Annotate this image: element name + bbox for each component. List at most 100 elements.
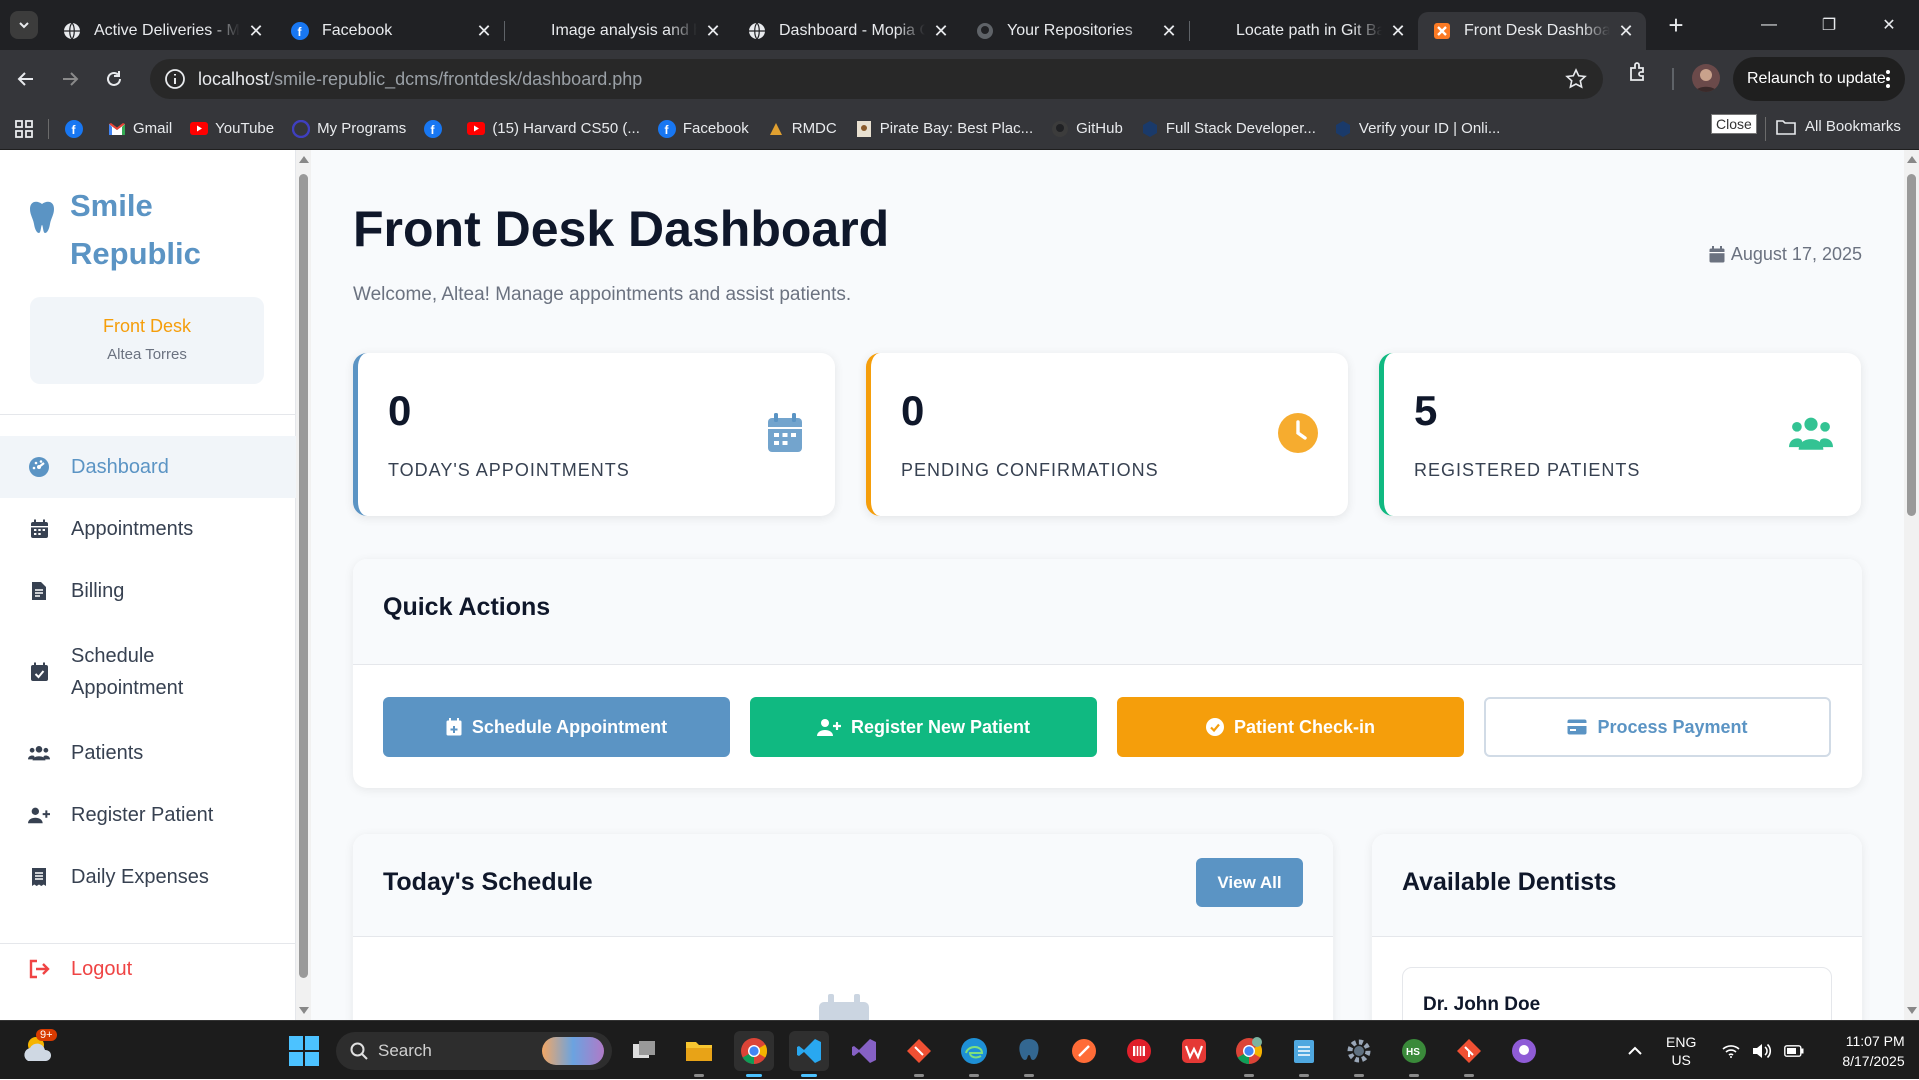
minimize-icon[interactable]: —	[1739, 0, 1799, 50]
forward-button[interactable]	[52, 61, 88, 97]
bookmark-github[interactable]: GitHub	[1051, 120, 1123, 138]
extensions-icon[interactable]	[1626, 60, 1650, 84]
language-code: ENG	[1666, 1033, 1697, 1050]
sidebar-item-register-patient[interactable]: Register Patient	[0, 784, 296, 846]
logout-button[interactable]: Logout	[28, 958, 132, 981]
wps-office-icon[interactable]	[1174, 1031, 1214, 1071]
mongodb-compass-icon[interactable]	[1119, 1031, 1159, 1071]
user-plus-icon	[816, 719, 841, 736]
system-icons[interactable]	[1722, 1043, 1816, 1059]
sidebar-item-patients[interactable]: Patients	[0, 722, 296, 784]
view-all-button[interactable]: View All	[1196, 858, 1303, 907]
postman-icon[interactable]	[1064, 1031, 1104, 1071]
receipt-icon	[28, 866, 50, 888]
tab-front-desk-dashboard[interactable]: Front Desk Dashboar ✕	[1418, 12, 1646, 50]
bookmark-youtube[interactable]: YouTube	[190, 120, 274, 138]
chrome-icon[interactable]	[734, 1031, 774, 1077]
bookmark-label: (15) Harvard CS50 (...	[492, 120, 640, 137]
dentist-card[interactable]: Dr. John Doe	[1402, 967, 1832, 1020]
clock[interactable]: 11:07 PM 8/17/2025	[1842, 1031, 1904, 1071]
page-scrollbar[interactable]	[1904, 150, 1919, 1020]
chrome-profile-icon[interactable]	[1229, 1031, 1269, 1077]
chevron-up-icon[interactable]	[1628, 1046, 1642, 1056]
all-bookmarks-button[interactable]: All Bookmarks	[1776, 118, 1901, 135]
sidebar-item-daily-expenses[interactable]: Daily Expenses	[0, 846, 296, 908]
close-icon[interactable]: ✕	[703, 21, 723, 41]
language-indicator[interactable]: ENG US	[1666, 1033, 1696, 1069]
tab-facebook[interactable]: f Facebook ✕	[276, 12, 504, 50]
sidebar-item-appointments[interactable]: Appointments	[0, 498, 296, 560]
sidebar-item-schedule-appointment[interactable]: Schedule Appointment	[0, 622, 296, 722]
globe-icon	[62, 21, 82, 41]
scrollbar-thumb[interactable]	[1907, 174, 1916, 516]
process-payment-button[interactable]: Process Payment	[1484, 697, 1831, 757]
new-tab-button[interactable]: +	[1662, 10, 1690, 40]
sidebar-scrollbar[interactable]	[296, 150, 311, 1020]
sidebar-item-dashboard[interactable]: Dashboard	[0, 436, 296, 498]
profile-avatar[interactable]	[1692, 64, 1720, 92]
notepad-icon[interactable]	[1284, 1031, 1324, 1077]
bookmark-label: My Programs	[317, 120, 407, 137]
bookmark-facebook-1[interactable]: f	[65, 119, 90, 138]
bookmark-harvard-cs50[interactable]: (15) Harvard CS50 (...	[467, 120, 640, 138]
piratebay-icon	[855, 120, 873, 138]
relaunch-button[interactable]: Relaunch to update	[1733, 57, 1905, 101]
scrollbar-thumb[interactable]	[299, 174, 308, 978]
heidisql-icon[interactable]: HS	[1394, 1031, 1434, 1077]
settings-icon[interactable]	[1339, 1031, 1379, 1077]
task-view-icon[interactable]	[624, 1031, 664, 1071]
file-explorer-icon[interactable]	[679, 1031, 719, 1077]
back-button[interactable]	[8, 61, 44, 97]
bookmark-verify-id[interactable]: Verify your ID | Onli...	[1334, 120, 1500, 138]
close-icon[interactable]: ✕	[246, 21, 266, 41]
edge-icon[interactable]	[954, 1031, 994, 1077]
sidebar-item-billing[interactable]: Billing	[0, 560, 296, 622]
git-gui-icon[interactable]	[899, 1031, 939, 1077]
visual-studio-icon[interactable]	[844, 1031, 884, 1071]
tab-title: Dashboard - Mopia C	[779, 22, 925, 39]
vscode-icon[interactable]	[789, 1031, 829, 1077]
address-bar[interactable]: localhost/smile-republic_dcms/frontdesk/…	[150, 59, 1603, 99]
close-icon[interactable]: ✕	[474, 21, 494, 41]
button-label: Process Payment	[1597, 716, 1748, 737]
apps-grid-icon[interactable]	[14, 119, 34, 139]
bookmark-label: GitHub	[1076, 120, 1123, 137]
region-code: US	[1671, 1051, 1691, 1068]
brand[interactable]: Smile Republic	[28, 182, 220, 278]
tab-image-analysis[interactable]: Image analysis and h ✕	[505, 12, 733, 50]
github-desktop-icon[interactable]	[1504, 1031, 1544, 1071]
schedule-appointment-button[interactable]: Schedule Appointment	[383, 697, 730, 757]
bookmark-label: Gmail	[133, 120, 173, 137]
register-new-patient-button[interactable]: Register New Patient	[750, 697, 1097, 757]
bookmark-rmdc[interactable]: RMDC	[767, 120, 837, 138]
tab-mopia-dashboard[interactable]: Dashboard - Mopia C ✕	[733, 12, 961, 50]
bookmark-piratebay[interactable]: Pirate Bay: Best Plac...	[855, 120, 1033, 138]
restore-icon[interactable]: ❐	[1799, 0, 1859, 50]
git-icon[interactable]	[1449, 1031, 1489, 1077]
close-icon[interactable]: ✕	[1616, 21, 1636, 41]
bookmark-facebook-3[interactable]: f Facebook	[657, 119, 749, 138]
close-icon[interactable]: ✕	[1159, 21, 1179, 41]
taskbar-search[interactable]: Search	[336, 1032, 612, 1070]
bookmark-label: YouTube	[215, 120, 275, 137]
bookmarks-separator	[1765, 117, 1766, 141]
sidebar-item-label: Daily Expenses	[71, 865, 209, 888]
calendar-icon	[28, 518, 50, 540]
weather-widget[interactable]: 9+	[20, 1029, 60, 1071]
tab-repositories[interactable]: Your Repositories ✕	[961, 12, 1189, 50]
postgresql-icon[interactable]	[1009, 1031, 1049, 1077]
bookmark-star-icon[interactable]	[1565, 68, 1587, 90]
tab-active-deliveries[interactable]: Active Deliveries - Mo ✕	[48, 12, 276, 50]
patient-check-in-button[interactable]: Patient Check-in	[1117, 697, 1464, 757]
bookmark-gmail[interactable]: Gmail	[108, 120, 172, 138]
tab-search-button[interactable]	[10, 11, 38, 39]
bookmark-facebook-2[interactable]: f	[424, 119, 449, 138]
bookmark-my-programs[interactable]: My Programs	[292, 119, 407, 138]
tab-git-bash[interactable]: Locate path in Git Ba ✕	[1190, 12, 1418, 50]
bookmark-full-stack[interactable]: Full Stack Developer...	[1141, 120, 1316, 138]
close-icon[interactable]: ✕	[1388, 21, 1408, 41]
close-icon[interactable]: ✕	[931, 21, 951, 41]
reload-button[interactable]	[96, 61, 132, 97]
windows-start-icon[interactable]	[289, 1036, 319, 1066]
close-window-icon[interactable]: ✕	[1859, 0, 1919, 50]
